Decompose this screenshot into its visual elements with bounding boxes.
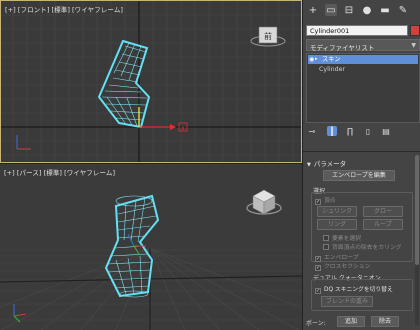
modifier-list-label: モディファイヤリスト — [310, 44, 375, 52]
checkbox-icon: ✓ — [315, 265, 321, 271]
display-icon[interactable]: ▬ — [379, 4, 391, 16]
panel-divider — [303, 151, 420, 152]
panel-scrollbar-thumb[interactable] — [415, 155, 419, 265]
shrink-button[interactable]: シュリンク — [317, 206, 357, 217]
vertices-checkbox[interactable]: ✓ 頂点 — [315, 195, 336, 205]
perspective-viewcube[interactable] — [244, 184, 284, 220]
svg-text:前: 前 — [264, 31, 272, 41]
command-panel: + ▭ ⊟ ● ▬ ✎ Cylinder001 モディファイヤリスト ▼ ◉ ▸… — [302, 0, 420, 330]
object-color-swatch[interactable] — [410, 25, 420, 36]
motion-icon[interactable]: ● — [361, 4, 373, 16]
front-viewport-label[interactable]: [+] [フロント] [標準] [ワイヤフレーム] — [5, 4, 125, 14]
edit-envelope-button[interactable]: エンベロープを編集 — [323, 170, 395, 181]
utilities-icon[interactable]: ✎ — [397, 4, 409, 16]
cross-sections-checkbox[interactable]: ✓ クロスセクション — [315, 261, 370, 271]
svg-text:x: x — [181, 125, 185, 132]
chevron-down-icon: ▼ — [411, 42, 416, 49]
dq-skinning-checkbox[interactable]: ✓ DQ スキニングを切り替え — [315, 284, 393, 294]
ring-button[interactable]: リング — [317, 219, 357, 230]
hierarchy-icon[interactable]: ⊟ — [343, 4, 355, 16]
blend-weights-button[interactable]: ブレンドの重み — [321, 296, 373, 307]
perspective-mesh — [104, 194, 160, 298]
checkbox-icon: ✓ — [315, 288, 321, 294]
object-name-field[interactable]: Cylinder001 — [306, 25, 408, 36]
select-element-checkbox[interactable]: 要素を選択 — [323, 233, 361, 242]
backface-cull-checkbox[interactable]: 背面頂点の除去をカリング — [323, 242, 402, 251]
modifier-list-dropdown[interactable]: モディファイヤリスト ▼ — [306, 39, 420, 52]
stack-toolbar: ⊸ ┃ ∏ ▯ ▤ — [303, 124, 420, 138]
parameters-rollout-header[interactable]: ▼ パラメータ — [307, 158, 346, 168]
persp-axis-tripod — [13, 304, 27, 323]
stack-item-skin[interactable]: ◉ ▸ スキン — [308, 55, 418, 64]
checkbox-icon: ✓ — [315, 199, 321, 205]
front-mesh — [97, 39, 151, 129]
modifier-stack[interactable]: ◉ ▸ スキン Cylinder — [306, 53, 420, 123]
perspective-viewport[interactable]: [+] [パース] [標準] [ワイヤフレーム] — [0, 163, 302, 330]
checkbox-icon — [323, 244, 329, 250]
expand-arrow-icon[interactable]: ▸ — [315, 55, 318, 64]
viewcube[interactable]: 前 — [248, 19, 288, 51]
remove-bone-button[interactable]: 除去 — [371, 316, 399, 327]
command-panel-tabs: + ▭ ⊟ ● ▬ ✎ — [303, 0, 420, 20]
pin-stack-icon[interactable]: ⊸ — [307, 126, 317, 136]
checkbox-icon — [323, 235, 329, 241]
modify-icon[interactable]: ▭ — [325, 4, 337, 16]
perspective-viewport-label[interactable]: [+] [パース] [標準] [ワイヤフレーム] — [4, 167, 117, 177]
front-viewport[interactable]: x [+] [フロント] [標準] [ワイヤフレーム] 前 — [0, 0, 302, 163]
collapse-arrow-icon: ▼ — [307, 162, 311, 168]
create-icon[interactable]: + — [307, 4, 319, 16]
configure-sets-icon[interactable]: ▤ — [381, 126, 391, 136]
front-axis-tripod — [16, 135, 31, 150]
eye-icon[interactable]: ◉ — [309, 55, 314, 64]
remove-modifier-icon[interactable]: ▯ — [363, 126, 373, 136]
loop-button[interactable]: ループ — [363, 219, 403, 230]
add-bone-button[interactable]: 追加 — [337, 316, 365, 327]
make-unique-icon[interactable]: ∏ — [345, 126, 355, 136]
grow-button[interactable]: グロー — [363, 206, 403, 217]
stack-item-cylinder[interactable]: Cylinder — [308, 65, 418, 74]
bones-label: ボーン: — [306, 320, 326, 327]
show-end-result-icon[interactable]: ┃ — [327, 126, 337, 136]
